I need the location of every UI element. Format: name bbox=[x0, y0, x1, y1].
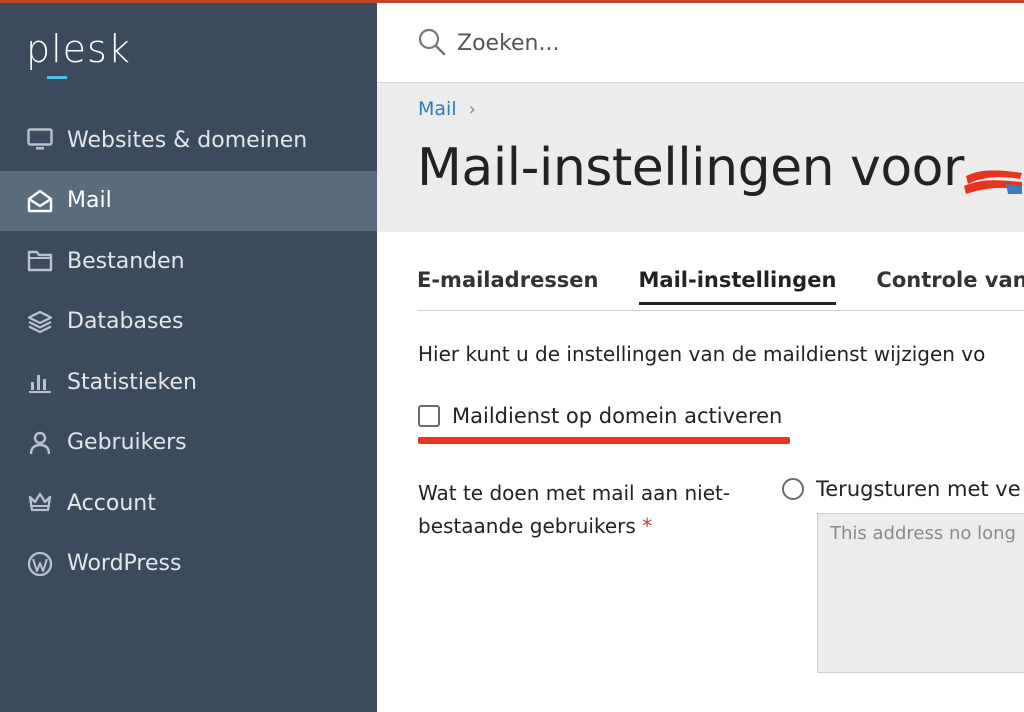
envelope-open-icon bbox=[26, 187, 54, 215]
bounce-radio[interactable] bbox=[782, 478, 804, 500]
redaction-scribble bbox=[962, 164, 1024, 198]
top-accent-bar bbox=[0, 0, 1024, 3]
tab-mail-instellingen[interactable]: Mail-instellingen bbox=[638, 268, 837, 305]
search-input[interactable] bbox=[457, 23, 997, 63]
tab-bar: E-mailadressen Mail-instellingen Control… bbox=[417, 268, 1024, 305]
sidebar-item-gebruikers[interactable]: Gebruikers bbox=[0, 413, 377, 474]
tab-divider bbox=[417, 310, 1024, 311]
chevron-right-icon: › bbox=[468, 98, 476, 120]
breadcrumb: Mail › bbox=[418, 98, 476, 120]
content-panel: E-mailadressen Mail-instellingen Control… bbox=[377, 232, 1024, 712]
search-icon bbox=[417, 27, 447, 57]
search-bar bbox=[377, 3, 1024, 83]
bar-chart-icon bbox=[26, 368, 54, 396]
tab-e-mailadressen[interactable]: E-mailadressen bbox=[417, 268, 599, 305]
sidebar-item-label: Bestanden bbox=[67, 248, 185, 274]
sidebar-item-wordpress[interactable]: WordPress bbox=[0, 534, 377, 595]
sidebar-item-bestanden[interactable]: Bestanden bbox=[0, 231, 377, 292]
nonexistent-users-label-text: Wat te doen met mail aan niet-bestaande … bbox=[418, 481, 731, 538]
sidebar-item-label: Account bbox=[67, 490, 156, 516]
monitor-icon bbox=[26, 126, 54, 154]
page-header: Mail › Mail-instellingen voor bbox=[377, 84, 1024, 232]
plesk-logo: plesk bbox=[26, 27, 131, 71]
sidebar-item-label: Mail bbox=[67, 188, 112, 214]
sidebar-item-label: Statistieken bbox=[67, 369, 197, 395]
sidebar-item-label: Gebruikers bbox=[67, 430, 187, 456]
settings-description: Hier kunt u de instellingen van de maild… bbox=[418, 342, 986, 366]
nonexistent-users-label: Wat te doen met mail aan niet-bestaande … bbox=[418, 477, 748, 543]
folder-icon bbox=[26, 247, 54, 275]
sidebar-nav: Websites & domeinen Mail Bestanden Datab… bbox=[0, 110, 377, 594]
logo-accent bbox=[47, 76, 67, 79]
required-marker: * bbox=[642, 514, 653, 538]
sidebar-item-label: Websites & domeinen bbox=[67, 127, 308, 153]
activate-mail-service-checkbox[interactable] bbox=[418, 405, 440, 427]
main-area: Mail › Mail-instellingen voor E-mailadre… bbox=[377, 0, 1024, 712]
sidebar-item-label: Databases bbox=[67, 309, 184, 335]
page-title: Mail-instellingen voor bbox=[417, 138, 964, 198]
wordpress-icon bbox=[26, 550, 54, 578]
sidebar-item-mail[interactable]: Mail bbox=[0, 170, 377, 231]
sidebar-item-statistieken[interactable]: Statistieken bbox=[0, 352, 377, 413]
bounce-option-label: Terugsturen met ve bbox=[816, 477, 1021, 501]
activate-mail-service-label: Maildienst op domein activeren bbox=[452, 404, 783, 428]
crown-icon bbox=[26, 489, 54, 517]
red-annotation-underline bbox=[418, 437, 790, 444]
bounce-option[interactable]: Terugsturen met ve bbox=[782, 477, 1021, 501]
bounce-message-textarea[interactable] bbox=[817, 513, 1024, 673]
sidebar-item-account[interactable]: Account bbox=[0, 473, 377, 534]
user-icon bbox=[26, 429, 54, 457]
tab-controle[interactable]: Controle van u bbox=[876, 268, 1024, 305]
breadcrumb-link-mail[interactable]: Mail bbox=[418, 98, 457, 120]
sidebar-item-websites-domeinen[interactable]: Websites & domeinen bbox=[0, 110, 377, 171]
layers-icon bbox=[26, 308, 54, 336]
activate-mail-service-option[interactable]: Maildienst op domein activeren bbox=[418, 404, 782, 428]
sidebar-item-databases[interactable]: Databases bbox=[0, 292, 377, 353]
sidebar: plesk Websites & domeinen Mail Bestanden… bbox=[0, 0, 377, 712]
sidebar-item-label: WordPress bbox=[67, 551, 182, 577]
